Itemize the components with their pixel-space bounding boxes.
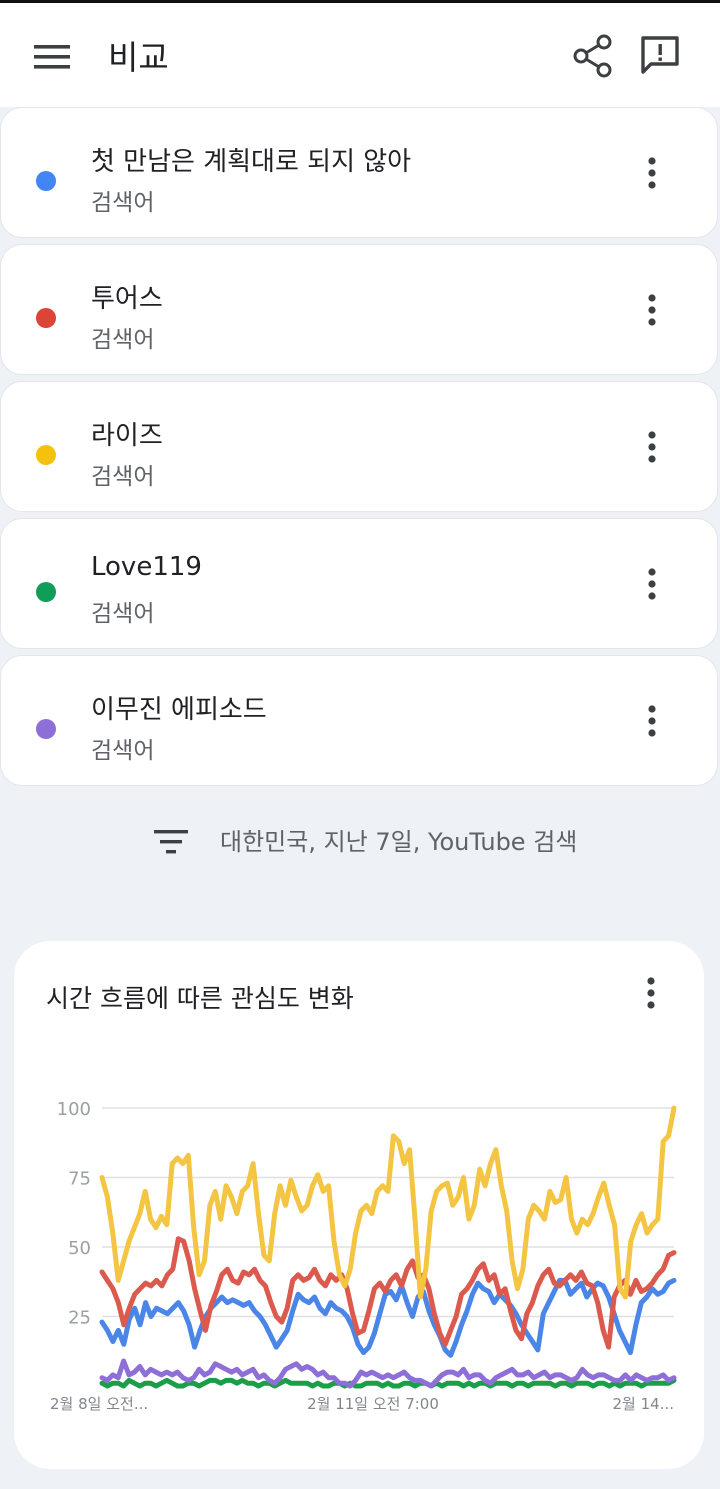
x-tick-label: 2월 8일 오전...: [50, 1395, 148, 1413]
y-tick-label: 50: [68, 1238, 91, 1259]
filter-summary[interactable]: 대한민국, 지난 7일, YouTube 검색: [0, 795, 720, 885]
y-axis-ticks: 100 75 50 25: [57, 1099, 91, 1329]
term-name: 라이즈: [91, 421, 163, 451]
x-tick-label: 2월 11일 오전 7:00: [307, 1395, 439, 1413]
term-type: 검색어: [91, 327, 155, 353]
more-vert-icon[interactable]: [637, 427, 667, 467]
series-color-dot: [36, 445, 56, 465]
term-card-4[interactable]: Love119 검색어: [0, 518, 718, 649]
more-vert-icon[interactable]: [637, 564, 667, 604]
term-name: 첫 만남은 계획대로 되지 않아: [91, 147, 412, 177]
hamburger-menu-icon[interactable]: [30, 39, 74, 75]
term-name: Love119: [91, 552, 202, 582]
series-color-dot: [36, 582, 56, 602]
term-name: 이무진 에피소드: [91, 695, 267, 725]
app-bar: 비교: [0, 3, 720, 107]
y-tick-label: 25: [68, 1308, 91, 1329]
series-color-dot: [36, 308, 56, 328]
filter-list-icon: [154, 830, 188, 854]
y-tick-label: 100: [57, 1099, 91, 1120]
more-vert-icon[interactable]: [637, 290, 667, 330]
more-vert-icon[interactable]: [637, 701, 667, 741]
x-tick-label: 2월 14...: [612, 1395, 674, 1413]
term-card-2[interactable]: 투어스 검색어: [0, 244, 718, 375]
term-card-1[interactable]: 첫 만남은 계획대로 되지 않아 검색어: [0, 107, 718, 238]
x-axis-ticks: 2월 8일 오전... 2월 11일 오전 7:00 2월 14...: [50, 1395, 674, 1413]
share-icon[interactable]: [570, 33, 616, 79]
filter-text: 대한민국, 지난 7일, YouTube 검색: [220, 828, 578, 856]
term-name: 투어스: [91, 284, 163, 314]
term-card-3[interactable]: 라이즈 검색어: [0, 381, 718, 512]
page-title: 비교: [108, 38, 169, 77]
interest-over-time-card: 시간 흐름에 따른 관심도 변화 100 75 50 25 2월 8일 오전... 2월…: [14, 941, 704, 1469]
series-color-dot: [36, 719, 56, 739]
term-card-5[interactable]: 이무진 에피소드 검색어: [0, 655, 718, 786]
feedback-icon[interactable]: [636, 31, 684, 79]
series-line-3: [99, 1105, 677, 1300]
term-type: 검색어: [91, 464, 155, 490]
line-chart: 100 75 50 25 2월 8일 오전... 2월 11일 오전 7:00 2월 14…: [50, 1099, 677, 1413]
term-type: 검색어: [91, 601, 155, 627]
y-tick-label: 75: [68, 1169, 91, 1190]
term-type: 검색어: [91, 190, 155, 216]
series-color-dot: [36, 171, 56, 191]
term-type: 검색어: [91, 738, 155, 764]
more-vert-icon[interactable]: [637, 153, 667, 193]
